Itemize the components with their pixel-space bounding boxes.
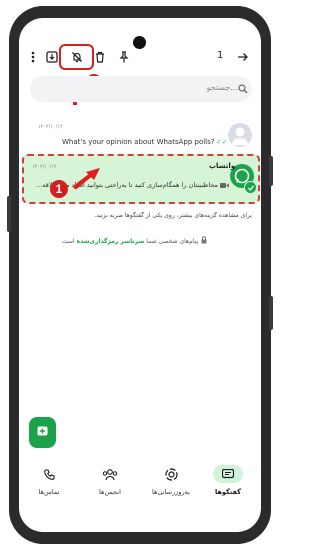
mute-button[interactable]	[59, 44, 94, 70]
nav-label: تماس‌ها	[38, 488, 60, 496]
nav-item-updates[interactable]: به‌روزرسانی‌ها	[146, 462, 196, 510]
annotation-badge-1: 1	[50, 180, 68, 198]
chat-name: واتساپ	[209, 162, 236, 170]
annotation-arrow-diagonal	[72, 166, 102, 192]
search-input[interactable]: جستجو...	[30, 76, 252, 102]
phone-power-button	[269, 296, 273, 330]
selected-check-icon	[244, 181, 257, 194]
nav-item-communities[interactable]: انجمن‌ها	[85, 462, 135, 510]
avatar	[228, 123, 252, 147]
archive-icon[interactable]	[45, 50, 59, 64]
chat-list-item[interactable]: ۱۴۰۲/۱۰/۱۴ What's your opinion about Wha…	[22, 118, 262, 158]
phone-icon	[43, 467, 55, 481]
chat-preview: What's your opinion about WhatsApp polls…	[62, 138, 215, 146]
phone-side-button	[7, 196, 11, 232]
new-chat-button[interactable]	[29, 417, 56, 448]
search-icon	[238, 83, 248, 95]
hint-text: برای مشاهده گزینه‌های بیشتر، روی یکی از …	[94, 212, 252, 219]
encryption-suffix: است	[62, 237, 75, 245]
nav-label: به‌روزرسانی‌ها	[152, 488, 190, 496]
chat-date: ۱۴۰۲/۱۰/۱۴	[38, 124, 63, 130]
encryption-notice: پیام‌های شخصی شما سرتاسر رمزگذاری‌شده اس…	[62, 236, 207, 246]
new-chat-icon	[37, 426, 48, 438]
nav-bottom-spacer	[0, 510, 280, 511]
trash-icon[interactable]	[93, 50, 107, 64]
front-camera	[133, 36, 146, 49]
pin-icon[interactable]	[118, 50, 130, 64]
communities-icon	[102, 467, 118, 481]
chat-date: ۱۴۰۲/۱۰/۱۴	[32, 164, 57, 170]
encryption-prefix: پیام‌های شخصی شما	[146, 237, 199, 245]
arrow-right-icon[interactable]	[236, 50, 250, 64]
nav-item-calls[interactable]: تماس‌ها	[24, 462, 74, 510]
nav-item-chats[interactable]: گفتگوها	[203, 462, 253, 510]
bell-off-icon	[71, 51, 83, 63]
chat-icon	[213, 465, 243, 483]
nav-label: گفتگوها	[215, 488, 241, 496]
encryption-link[interactable]: سرتاسر رمزگذاری‌شده	[77, 238, 145, 245]
search-placeholder: جستجو...	[206, 83, 238, 92]
video-icon	[220, 182, 229, 189]
status-icon	[164, 467, 178, 481]
lock-icon	[201, 236, 207, 246]
read-status-icon: ✓✓	[216, 138, 228, 146]
selected-count: 1	[217, 50, 224, 61]
phone-volume-button	[269, 156, 273, 186]
more-vertical-icon[interactable]	[30, 50, 36, 64]
nav-label: انجمن‌ها	[99, 488, 121, 496]
